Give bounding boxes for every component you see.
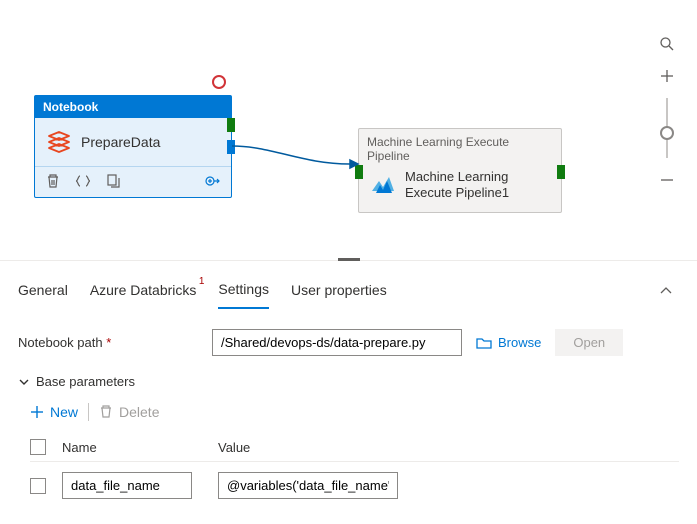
azure-ml-icon	[369, 171, 397, 199]
notebook-path-label: Notebook path *	[18, 335, 198, 350]
activity-title: Machine Learning Execute Pipeline1	[405, 169, 551, 202]
open-button[interactable]: Open	[555, 329, 623, 356]
new-param-button[interactable]: New	[30, 404, 78, 420]
tab-settings[interactable]: Settings	[218, 275, 269, 309]
tab-user-properties[interactable]: User properties	[291, 276, 387, 308]
notebook-path-input[interactable]	[212, 329, 462, 356]
select-all-checkbox[interactable]	[30, 439, 46, 455]
zoom-slider-handle[interactable]	[660, 126, 674, 140]
row-checkbox[interactable]	[30, 478, 46, 494]
add-output-icon[interactable]	[205, 173, 221, 189]
base-parameters-toggle[interactable]: Base parameters	[18, 374, 679, 389]
search-icon[interactable]	[653, 30, 681, 58]
param-table: Name Value	[30, 433, 679, 509]
panel-collapse-icon[interactable]	[659, 284, 679, 301]
col-name: Name	[62, 440, 202, 455]
properties-panel: General Azure Databricks 1 Settings User…	[0, 260, 697, 509]
tab-general[interactable]: General	[18, 276, 68, 308]
delete-icon[interactable]	[45, 173, 61, 189]
toolbar-separator	[88, 403, 89, 421]
activity-ml-pipeline[interactable]: Machine Learning Execute Pipeline Machin…	[358, 128, 562, 213]
param-table-header: Name Value	[30, 433, 679, 462]
activity-type-badge: Machine Learning Execute Pipeline	[359, 129, 561, 165]
tab-azure-databricks[interactable]: Azure Databricks 1	[90, 276, 197, 308]
tab-bar: General Azure Databricks 1 Settings User…	[18, 261, 679, 309]
col-value: Value	[218, 440, 398, 455]
port-success[interactable]	[227, 118, 235, 132]
notebook-path-row: Notebook path * Browse Open	[18, 329, 679, 356]
zoom-in-icon[interactable]	[653, 62, 681, 90]
delete-param-button[interactable]: Delete	[99, 404, 159, 420]
validation-error-icon[interactable]	[212, 75, 226, 89]
databricks-icon	[45, 128, 73, 156]
param-value-input[interactable]	[218, 472, 398, 499]
activity-title: PrepareData	[81, 134, 160, 150]
param-row	[30, 462, 679, 509]
activity-notebook[interactable]: Notebook PrepareData	[34, 95, 232, 198]
activity-type-badge: Notebook	[35, 96, 231, 118]
pipeline-canvas[interactable]: Notebook PrepareData	[0, 0, 697, 260]
param-name-input[interactable]	[62, 472, 192, 499]
browse-button[interactable]: Browse	[476, 335, 541, 351]
port-success[interactable]	[557, 165, 565, 179]
zoom-out-icon[interactable]	[653, 166, 681, 194]
code-icon[interactable]	[75, 173, 91, 189]
copy-icon[interactable]	[105, 173, 121, 189]
tab-error-badge: 1	[199, 276, 205, 287]
zoom-slider-track[interactable]	[666, 98, 668, 158]
zoom-controls	[653, 30, 681, 194]
activity-connector[interactable]	[232, 140, 362, 170]
param-toolbar: New Delete	[30, 403, 679, 421]
